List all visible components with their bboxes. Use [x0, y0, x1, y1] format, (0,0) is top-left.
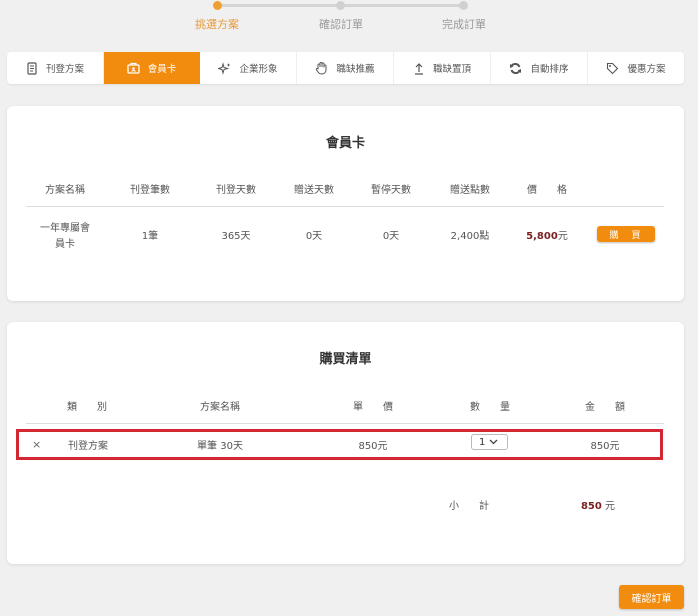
step-label-complete-order: 完成訂單: [442, 18, 486, 31]
item-unit-price: 850元: [358, 441, 388, 452]
id-card-icon: [127, 62, 140, 74]
sparkle-icon: [218, 61, 231, 75]
plan-name: 員卡: [55, 239, 75, 250]
subtotal: 850 元: [581, 497, 615, 512]
tab-label: 職缺置頂: [432, 64, 471, 75]
column-header: 方案名稱: [200, 402, 240, 413]
cart-title: 購買清單: [319, 352, 372, 367]
tab-discount-plans[interactable]: 優惠方案: [588, 52, 684, 84]
column-header: 單 價: [353, 402, 393, 413]
confirm-order-button[interactable]: 確認訂單: [619, 585, 684, 609]
pause-days: 0天: [382, 231, 400, 242]
column-header: 數 量: [470, 402, 510, 413]
hand-icon: [315, 61, 328, 75]
tab-label: 自動排序: [530, 64, 569, 75]
column-header: 方案名稱: [45, 185, 85, 196]
bonus-points: 2,400點: [450, 231, 490, 242]
step-dot-complete-order: [459, 1, 468, 10]
arrow-up-icon: [413, 62, 425, 75]
step-label-confirm-order: 確認訂單: [319, 18, 363, 31]
price: 5,800元: [526, 227, 568, 242]
step-label-select-plan: 挑選方案: [195, 18, 239, 31]
column-header: 價 格: [527, 185, 567, 196]
item-category: 刊登方案: [68, 441, 108, 452]
item-amount: 850元: [590, 441, 620, 452]
post-count: 1筆: [141, 231, 159, 242]
tab-member-card[interactable]: 會員卡: [104, 52, 200, 84]
column-header: 金 額: [585, 402, 625, 413]
tab-job-recommend[interactable]: 職缺推薦: [297, 52, 394, 84]
quantity-value: 1: [479, 436, 486, 448]
subtotal-value: 850: [580, 501, 602, 512]
chevron-down-icon: [489, 437, 498, 448]
cart-row-highlight: [16, 429, 663, 460]
tab-label: 刊登方案: [45, 64, 84, 75]
column-header: 類 別: [67, 402, 107, 413]
header-divider: [26, 206, 664, 207]
tab-company-image[interactable]: 企業形象: [200, 52, 297, 84]
refresh-icon: [509, 62, 522, 75]
price-unit: 元: [557, 231, 568, 242]
tab-label: 企業形象: [239, 64, 278, 75]
step-dot-select-plan: [213, 1, 222, 10]
progress-stepper: 挑選方案 確認訂單 完成訂單: [0, 0, 698, 38]
quantity-select[interactable]: 1: [471, 434, 508, 450]
step-connector: [222, 4, 340, 7]
subtotal-label: 小 計: [449, 501, 489, 512]
tab-auto-sort[interactable]: 自動排序: [491, 52, 588, 84]
subtotal-unit: 元: [605, 501, 616, 512]
step-dot-confirm-order: [336, 1, 345, 10]
bonus-days: 0天: [305, 231, 323, 242]
column-header: 刊登天數: [216, 185, 256, 196]
buy-button[interactable]: 購 買: [597, 226, 655, 242]
cart-panel: 購買清單 類 別 方案名稱 單 價 數 量 金 額 × 刊登方案 單筆 30天 …: [7, 322, 684, 564]
tab-label: 優惠方案: [627, 64, 666, 75]
step-connector: [345, 4, 463, 7]
column-header: 暫停天數: [371, 185, 411, 196]
tab-listing-plans[interactable]: 刊登方案: [7, 52, 104, 84]
item-plan-name: 單筆 30天: [197, 441, 243, 452]
column-header: 贈送天數: [294, 185, 334, 196]
document-icon: [26, 61, 38, 75]
price-value: 5,800: [526, 231, 558, 242]
header-divider: [26, 423, 664, 424]
member-card-title: 會員卡: [325, 136, 365, 151]
plan-category-tabs: 刊登方案 會員卡 企業形象 職缺推薦 職缺置頂 自動排序 優惠方案: [7, 52, 684, 84]
tab-label: 職缺推薦: [336, 64, 375, 75]
tab-job-pin-top[interactable]: 職缺置頂: [394, 52, 491, 84]
remove-item-button[interactable]: ×: [32, 438, 41, 451]
plan-name: 一年專屬會: [40, 223, 90, 234]
column-header: 刊登筆數: [130, 185, 170, 196]
tag-icon: [606, 62, 619, 75]
post-days: 365天: [221, 231, 251, 242]
column-header: 贈送點數: [450, 185, 490, 196]
member-card-panel: 會員卡 方案名稱 刊登筆數 刊登天數 贈送天數 暫停天數 贈送點數 價 格 一年…: [7, 106, 684, 301]
tab-label: 會員卡: [147, 64, 177, 75]
